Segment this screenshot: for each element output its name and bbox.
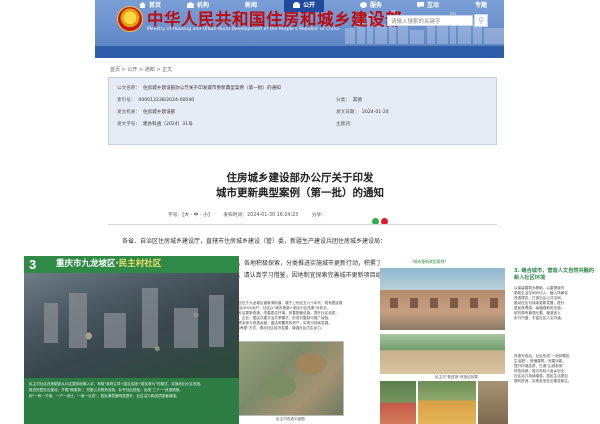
community-aerial-photo bbox=[24, 273, 239, 378]
street-photo bbox=[380, 381, 416, 424]
case-poster-left: 3 重庆市九龙坡区·民主村社区 民主村社区改造更新从片区整体统筹入手，采取"政府… bbox=[24, 256, 239, 424]
nav-item-interact[interactable]: 互动 bbox=[410, 0, 446, 12]
poster-text-line: 步行尺度，丰富社区人文内涵。 bbox=[514, 316, 565, 320]
photo-caption: 民主村"枢纽场"改造后效果 bbox=[435, 375, 478, 379]
case-title: 重庆市九龙坡区·民主村社区 bbox=[56, 256, 161, 273]
public-icon bbox=[292, 2, 300, 8]
case-title-prefix: 重庆市九龙坡区· bbox=[56, 259, 119, 269]
site-plan-caption: 民主村改造平面图 bbox=[276, 417, 305, 421]
document-meta: 字号：[大 · 中 · 小] 发布时间：2024-01-30 16:24:23 … bbox=[168, 211, 326, 218]
home-icon bbox=[138, 2, 146, 8]
breadcrumb[interactable]: 首页 > 公开 > 通知 > 正文 bbox=[110, 66, 172, 73]
info-date: 发文日期： 2024-01-24 bbox=[336, 109, 389, 115]
info-label: 发文日期： bbox=[336, 110, 359, 115]
poster-tag: 《城市更新典型案例》 bbox=[410, 259, 448, 264]
nav-item-label: 机构 bbox=[196, 2, 209, 9]
org-icon bbox=[186, 2, 194, 8]
poster-right-text-top: 以保留建筑为基础，以重塑城市 更新生活空间为切入，植入场景化 改造理念，打造社区… bbox=[514, 286, 598, 321]
poster-left-header: 3 重庆市九龙坡区·民主村社区 bbox=[24, 256, 239, 273]
nav-item-service[interactable]: 服务 bbox=[353, 0, 389, 12]
nav-item-org[interactable]: 机构 bbox=[180, 0, 216, 12]
font-size-controls[interactable]: [大 · 中 · 小] bbox=[182, 213, 209, 218]
nav-item-topics[interactable]: 专题 bbox=[466, 0, 496, 12]
page-root: 中华人民共和国住房和城乡建设部 Ministry of Housing and … bbox=[0, 0, 600, 424]
document-title-line-1: 住房城乡建设部办公厅关于印发 bbox=[226, 172, 374, 184]
info-doc-number: 发文字号： 建办科函〔2024〕31号 bbox=[117, 121, 193, 127]
search-icon[interactable]: ⚲ bbox=[474, 14, 488, 27]
publish-time-label: 发布时间： bbox=[223, 213, 248, 218]
nav-item-label: 专题 bbox=[474, 2, 487, 9]
alley-photo bbox=[478, 381, 508, 424]
info-value: 000013338/2024-00040 bbox=[138, 98, 195, 103]
poster-text-line: 通过"以商养更"方式，推动社区经济发展，增强社区内生动力。 bbox=[224, 326, 325, 330]
share-label: 分享： bbox=[311, 213, 327, 218]
info-label: 索引号： bbox=[117, 98, 136, 103]
site-subtitle: Ministry of Housing and Urban-Rural Deve… bbox=[147, 27, 340, 32]
info-issuer: 发文机关： 住房城乡建设部 bbox=[117, 109, 175, 115]
info-value: 建办科函〔2024〕31号 bbox=[142, 122, 193, 127]
nav-item-label: 新闻 bbox=[244, 2, 257, 9]
info-value: 住房城乡建设部办公厅关于印发城市更新典型案例（第一批）的通知 bbox=[142, 86, 281, 91]
nav-item-home[interactable]: 首页 bbox=[132, 0, 168, 12]
poster-right-text-bottom: 改造完成后，社区形成"一刻钟便民 生活圈"，修缮建筑，完善功能， 提升环境品质，… bbox=[514, 354, 598, 384]
poster-text-line: 便利舒适，实现老旧社区蝶变新生。 bbox=[514, 379, 572, 383]
info-index: 索引号： 000013338/2024-00040 bbox=[117, 97, 194, 103]
info-doc-title: 公文名称： 住房城乡建设部办公厅关于印发城市更新典型案例（第一批）的通知 bbox=[117, 85, 281, 91]
info-value: 2024-01-24 bbox=[361, 110, 389, 115]
poster-middle-text: 民主村社区位于九龙坡区谢家湾街道，建于上世纪五六十年代，现有居民楼 53栋，居民… bbox=[224, 301, 376, 331]
publish-time-value: 2024-01-30 16:24:23 bbox=[247, 213, 299, 218]
walkway-photo bbox=[418, 381, 476, 424]
font-size-label: 字号： bbox=[168, 213, 183, 218]
nav-item-label: 首页 bbox=[148, 2, 161, 9]
share-icons bbox=[372, 210, 390, 229]
poster-left-description: 民主村社区改造更新从片区整体统筹入手，采取"政府主导+国企实施+居民参与"的模式… bbox=[24, 378, 239, 424]
plaza-photo bbox=[380, 334, 505, 374]
building-photo bbox=[380, 268, 505, 330]
case-poster-middle: 民主村社区位于九龙坡区谢家湾街道，建于上世纪五六十年代，现有居民楼 53栋，居民… bbox=[220, 297, 380, 424]
info-value: 住房城乡建设部 bbox=[142, 110, 176, 115]
info-label: 公文名称： bbox=[117, 86, 140, 91]
info-subject: 主题词： bbox=[336, 121, 357, 127]
nav-item-public[interactable]: 公开 bbox=[284, 0, 324, 12]
document-salutation: 各省、自治区住房城乡建设厅，直辖市住房城乡建设（管）委，新疆生产建设兵团住房城乡… bbox=[122, 238, 387, 245]
info-label: 主题词： bbox=[336, 122, 355, 127]
site-plan-image bbox=[236, 341, 344, 416]
nav-item-label: 公开 bbox=[302, 2, 315, 9]
case-title-highlight: 民主村社区 bbox=[118, 259, 162, 269]
divider bbox=[108, 224, 497, 225]
service-icon bbox=[359, 2, 367, 8]
main-nav bbox=[95, 46, 504, 58]
case-number: 3 bbox=[29, 257, 37, 272]
info-category: 分类： 其他 bbox=[336, 97, 362, 103]
poster-text-line: 即"一栋一方案、一户一设计、一家一业态"，居民满意度明显提升，社区活力和品质显著… bbox=[29, 394, 180, 398]
poster-right-heading: 3. 缝合城市，营造人文自然共融的新人社区环境 bbox=[514, 268, 595, 281]
info-label: 分类： bbox=[336, 98, 350, 103]
document-title-line-2: 城市更新典型案例（第一批）的通知 bbox=[216, 187, 384, 199]
search-input[interactable]: 请输入搜索的关键字 bbox=[387, 15, 473, 26]
info-label: 发文机关： bbox=[117, 110, 140, 115]
nav-item-news[interactable]: 新闻 bbox=[236, 0, 266, 12]
interact-icon bbox=[416, 2, 424, 8]
nav-item-label: 互动 bbox=[426, 2, 439, 9]
nav-item-label: 服务 bbox=[369, 2, 382, 9]
case-poster-right: 《城市更新典型案例》 3. 缝合城市，营造人文自然共融的新人社区环境 以保留建筑… bbox=[380, 256, 600, 424]
info-label: 发文字号： bbox=[117, 122, 140, 127]
info-value: 其他 bbox=[352, 98, 362, 103]
